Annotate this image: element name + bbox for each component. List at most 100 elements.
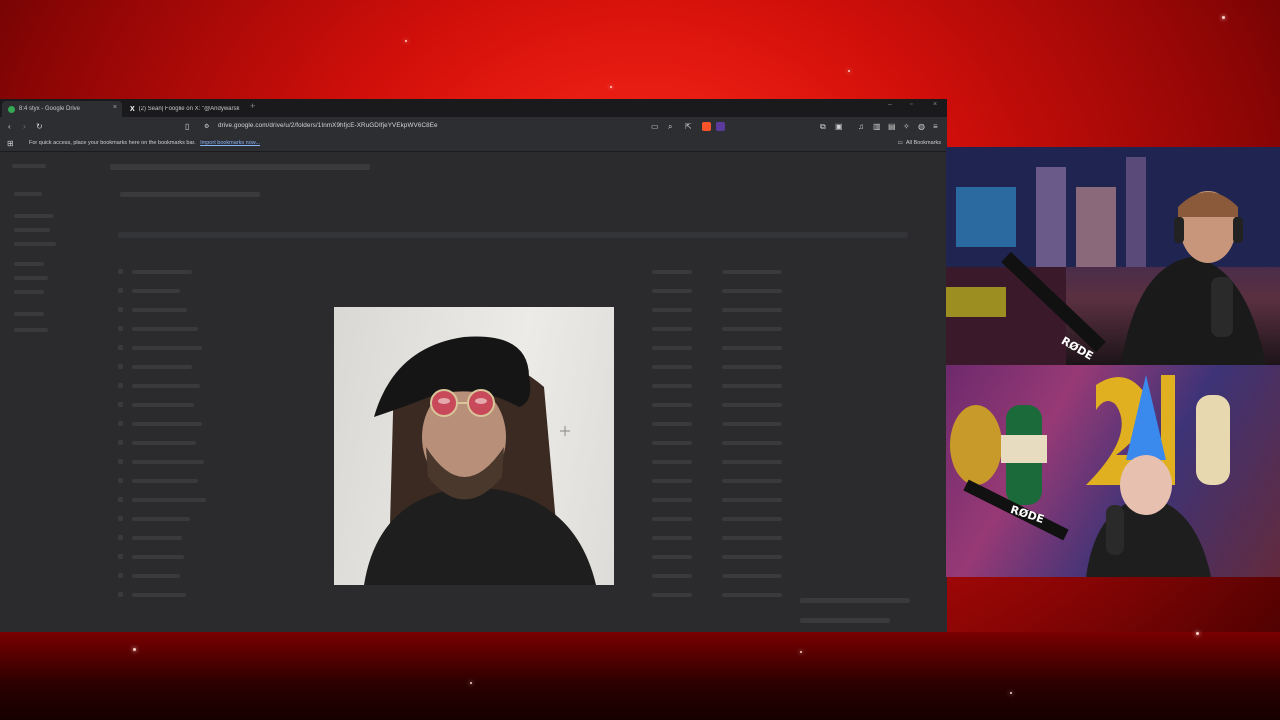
file-row <box>652 574 692 578</box>
neon-sign <box>946 287 1006 317</box>
file-row <box>132 555 184 559</box>
file-owner <box>722 536 782 540</box>
drive-nav-item <box>14 262 44 266</box>
extension-icon[interactable]: ⧉ <box>820 122 826 132</box>
file-row <box>652 479 692 483</box>
file-icon <box>118 288 123 293</box>
tab-x-post[interactable]: X (2) Sean| Fooglie on X: "@Andywarsk <box>124 101 246 117</box>
browser-window: 8:4 styx - Google Drive × X (2) Sean| Fo… <box>0 99 947 632</box>
file-icon <box>118 383 123 388</box>
sparkle <box>848 70 850 72</box>
glasses-glare <box>475 398 487 404</box>
share-icon[interactable]: ⇱ <box>685 122 692 132</box>
file-row <box>652 441 692 445</box>
file-owner <box>722 479 782 483</box>
preview-image[interactable] <box>334 307 614 585</box>
file-row <box>652 593 692 597</box>
file-icon <box>118 345 123 350</box>
file-owner <box>722 270 782 274</box>
arrow-right-icon[interactable]: › <box>23 122 26 132</box>
file-row <box>652 346 692 350</box>
x-favicon-icon: X <box>130 105 135 113</box>
arrow-left-icon[interactable]: ‹ <box>8 122 11 132</box>
apps-grid-icon[interactable]: ⊞ <box>7 139 14 149</box>
zoom-icon[interactable]: ⌕ <box>668 122 672 132</box>
headphones <box>1233 217 1243 243</box>
brave-shield-icon[interactable] <box>702 122 711 131</box>
all-bookmarks-label: All Bookmarks <box>905 140 941 146</box>
sparkle <box>1222 16 1225 19</box>
import-bookmarks-link[interactable]: Import bookmarks now... <box>200 140 260 146</box>
file-icon <box>118 478 123 483</box>
file-icon <box>118 573 123 578</box>
bookmark-icon[interactable]: ▯ <box>185 122 189 132</box>
file-owner <box>722 346 782 350</box>
new-tab-button[interactable]: + <box>250 101 255 111</box>
drive-nav-item <box>14 328 48 332</box>
leo-icon[interactable]: ✧ <box>903 122 910 132</box>
file-row <box>652 270 692 274</box>
file-row <box>652 327 692 331</box>
all-bookmarks-button[interactable]: ▭ All Bookmarks <box>898 140 941 146</box>
file-row <box>652 460 692 464</box>
file-owner <box>722 498 782 502</box>
sparkle <box>1196 632 1199 635</box>
sparkle <box>405 40 407 42</box>
drive-nav-item <box>14 242 56 246</box>
sparkle <box>133 648 136 651</box>
file-owner <box>722 555 782 559</box>
file-row <box>652 517 692 521</box>
microphone <box>1106 505 1124 555</box>
drive-nav-item <box>14 290 44 294</box>
address-bar[interactable]: drive.google.com/drive/u/2/folders/1InmX… <box>218 122 438 129</box>
drive-nav-item <box>14 228 50 232</box>
file-icon <box>118 592 123 597</box>
file-owner <box>722 365 782 369</box>
arcade-cabinet <box>956 187 1016 247</box>
building <box>1126 157 1146 267</box>
building <box>1036 167 1066 267</box>
upload-status <box>800 618 890 623</box>
close-window-button[interactable]: × <box>933 101 937 108</box>
file-row <box>652 365 692 369</box>
file-owner <box>722 422 782 426</box>
microphone <box>1211 277 1233 337</box>
breadcrumb <box>120 192 260 197</box>
brave-rewards-icon[interactable] <box>716 122 725 131</box>
drive-nav-item <box>14 214 54 218</box>
tab-label: (2) Sean| Fooglie on X: "@Andywarsk <box>138 106 240 112</box>
reload-icon[interactable]: ↻ <box>36 122 43 132</box>
file-icon <box>118 364 123 369</box>
minimize-button[interactable]: – <box>888 101 892 108</box>
close-tab-icon[interactable]: × <box>113 104 117 111</box>
profile-icon[interactable]: ◍ <box>918 122 925 132</box>
cast-icon[interactable]: ▭ <box>651 122 659 132</box>
drive-logo <box>12 164 46 168</box>
file-row <box>652 555 692 559</box>
drive-nav-item <box>14 312 44 316</box>
file-owner <box>722 327 782 331</box>
wallet-icon[interactable]: ▤ <box>888 122 896 132</box>
tab-google-drive[interactable]: 8:4 styx - Google Drive × <box>2 101 122 117</box>
file-row <box>132 403 194 407</box>
bookmarks-prompt-text: For quick access, place your bookmarks h… <box>29 140 196 146</box>
file-owner <box>722 403 782 407</box>
file-owner <box>722 460 782 464</box>
file-owner <box>722 384 782 388</box>
file-row <box>132 441 196 445</box>
site-info-icon[interactable]: ⚙ <box>204 122 209 132</box>
bookmarks-bar: ⊞ For quick access, place your bookmarks… <box>0 137 947 152</box>
maximize-button[interactable]: ▫ <box>910 101 912 108</box>
sidebar-icon[interactable]: ▥ <box>873 122 881 132</box>
menu-icon[interactable]: ≡ <box>933 122 938 132</box>
file-row <box>652 289 692 293</box>
file-owner <box>722 574 782 578</box>
file-icon <box>118 326 123 331</box>
translate-icon[interactable]: ▣ <box>835 122 843 132</box>
bookmarks-prompt: For quick access, place your bookmarks h… <box>29 140 260 146</box>
music-icon[interactable]: ♫ <box>858 122 864 132</box>
file-row <box>132 308 187 312</box>
file-icon <box>118 554 123 559</box>
file-row <box>132 346 202 350</box>
file-icon <box>118 459 123 464</box>
